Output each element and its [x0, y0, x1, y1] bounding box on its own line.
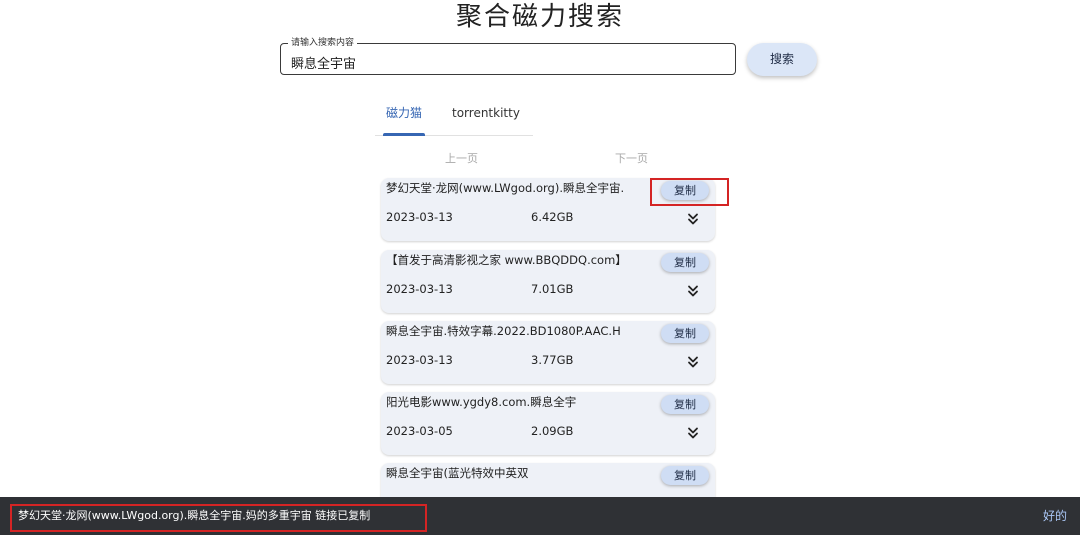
search-button[interactable]: 搜索: [747, 43, 817, 76]
result-date: 2023-03-05: [386, 424, 453, 438]
result-card: 【首发于高清影视之家 www.BBQDDQ.com】 复制 2023-03-13…: [381, 250, 715, 313]
result-date: 2023-03-13: [386, 210, 453, 224]
result-size: 7.01GB: [531, 282, 574, 296]
result-date: 2023-03-13: [386, 353, 453, 367]
active-tab-indicator: [383, 133, 425, 136]
result-title: 【首发于高清影视之家 www.BBQDDQ.com】: [386, 253, 627, 267]
tab-torrentkitty[interactable]: torrentkitty: [452, 101, 520, 134]
search-input[interactable]: [291, 53, 711, 71]
result-size: 6.42GB: [531, 210, 574, 224]
copy-button[interactable]: 复制: [661, 466, 709, 485]
result-title: 瞬息全宇宙(蓝光特效中英双: [386, 466, 529, 480]
double-chevron-down-icon[interactable]: [686, 355, 700, 369]
double-chevron-down-icon[interactable]: [686, 284, 700, 298]
double-chevron-down-icon[interactable]: [686, 426, 700, 440]
result-title: 梦幻天堂·龙网(www.LWgod.org).瞬息全宇宙.: [386, 181, 625, 195]
result-title: 瞬息全宇宙.特效字幕.2022.BD1080P.AAC.H: [386, 324, 621, 338]
result-title: 阳光电影www.ygdy8.com.瞬息全宇: [386, 395, 577, 409]
result-size: 3.77GB: [531, 353, 574, 367]
next-page-button[interactable]: 下一页: [615, 150, 648, 166]
tab-cilimao[interactable]: 磁力猫: [386, 101, 422, 134]
search-field[interactable]: 请输入搜索内容: [280, 37, 736, 75]
snackbar-ok-button[interactable]: 好的: [1043, 508, 1067, 524]
search-field-label: 请输入搜索内容: [288, 37, 358, 49]
result-card: 瞬息全宇宙.特效字幕.2022.BD1080P.AAC.H 复制 2023-03…: [381, 321, 715, 384]
copy-button[interactable]: 复制: [661, 253, 709, 272]
result-card: 阳光电影www.ygdy8.com.瞬息全宇 复制 2023-03-05 2.0…: [381, 392, 715, 455]
source-tabs: 磁力猫 torrentkitty: [375, 101, 533, 136]
result-date: 2023-03-13: [386, 282, 453, 296]
double-chevron-down-icon[interactable]: [686, 212, 700, 226]
prev-page-button[interactable]: 上一页: [445, 150, 478, 166]
copy-button[interactable]: 复制: [661, 324, 709, 343]
result-size: 2.09GB: [531, 424, 574, 438]
copy-button[interactable]: 复制: [661, 395, 709, 414]
copy-button-highlight: [650, 178, 729, 206]
snackbar-message-highlight: [10, 504, 427, 532]
page-title: 聚合磁力搜索: [455, 2, 624, 32]
